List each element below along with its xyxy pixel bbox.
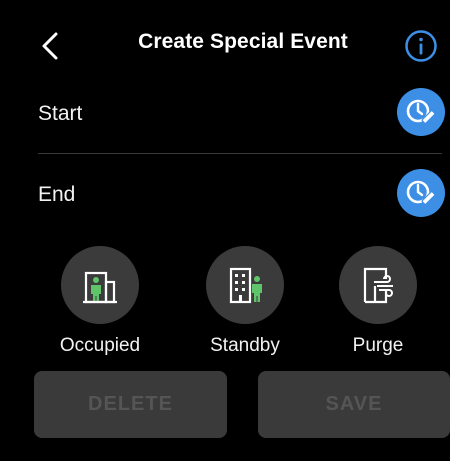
start-label: Start: [38, 102, 83, 125]
start-time-button[interactable]: [397, 88, 445, 136]
screen-edge: [450, 0, 458, 461]
header: Create Special Event: [0, 0, 458, 90]
mode-occupied-label: Occupied: [59, 335, 141, 356]
start-row: Start: [0, 82, 458, 142]
mode-standby-circle: [206, 246, 284, 324]
clock-edit-icon: [406, 99, 436, 124]
purge-icon: [363, 267, 393, 304]
mode-occupied-circle: [61, 246, 139, 324]
info-icon: [405, 30, 437, 62]
create-special-event-screen: Create Special Event Start End Occupied …: [0, 0, 458, 461]
building-standby-icon: [229, 267, 262, 304]
mode-occupied[interactable]: Occupied: [40, 246, 160, 357]
building-occupied-icon: [83, 271, 117, 304]
mode-purge[interactable]: Purge: [318, 246, 438, 357]
mode-purge-label: Purge: [352, 335, 404, 356]
mode-standby[interactable]: Standby: [185, 246, 305, 357]
mode-standby-label: Standby: [210, 335, 280, 356]
page-title: Create Special Event: [138, 30, 348, 53]
end-time-button[interactable]: [397, 169, 445, 217]
save-button[interactable]: SAVE: [258, 371, 450, 438]
delete-button[interactable]: DELETE: [34, 371, 227, 438]
end-label: End: [38, 183, 76, 206]
mode-purge-circle: [339, 246, 417, 324]
info-button[interactable]: [404, 29, 438, 63]
end-row: End: [0, 163, 458, 223]
clock-edit-icon: [406, 180, 436, 205]
row-divider: [38, 153, 442, 154]
